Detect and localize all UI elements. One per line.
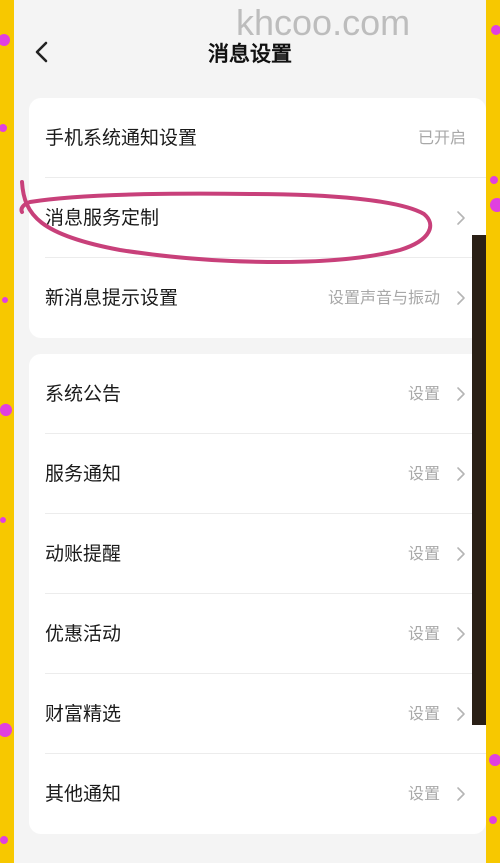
- row-status: 已开启: [417, 128, 466, 147]
- row-system-announcement[interactable]: 系统公告 设置: [29, 354, 486, 434]
- row-value: 设置: [407, 544, 440, 563]
- chevron-right-icon: [457, 627, 465, 641]
- row-system-notification-settings[interactable]: 手机系统通知设置 已开启: [29, 98, 486, 178]
- chevron-right-icon: [457, 547, 465, 561]
- row-new-message-alert-settings[interactable]: 新消息提示设置 设置声音与振动: [29, 258, 486, 338]
- row-label: 服务通知: [45, 463, 122, 485]
- chevron-right-icon: [457, 787, 465, 801]
- row-label: 系统公告: [45, 383, 122, 405]
- row-message-service-customization[interactable]: 消息服务定制: [29, 178, 486, 258]
- row-label: 其他通知: [45, 783, 122, 805]
- row-label: 动账提醒: [45, 543, 122, 565]
- row-label: 优惠活动: [45, 623, 122, 645]
- row-wealth-picks[interactable]: 财富精选 设置: [29, 674, 486, 754]
- row-label: 新消息提示设置: [45, 287, 179, 309]
- row-value: 设置: [407, 624, 440, 643]
- row-promotions[interactable]: 优惠活动 设置: [29, 594, 486, 674]
- row-service-notification[interactable]: 服务通知 设置: [29, 434, 486, 514]
- chevron-right-icon: [457, 387, 465, 401]
- row-value: 设置声音与振动: [327, 288, 440, 307]
- row-value: 设置: [407, 784, 440, 803]
- row-value: 设置: [407, 464, 440, 483]
- chevron-right-icon: [457, 211, 465, 225]
- row-account-activity-alert[interactable]: 动账提醒 设置: [29, 514, 486, 594]
- row-value: 设置: [407, 384, 440, 403]
- row-label: 手机系统通知设置: [45, 127, 198, 149]
- background-object: [472, 235, 486, 725]
- phone-screen: 消息设置 手机系统通知设置 已开启 消息服务定制 新消息提示设置 设置声音与振动…: [14, 0, 486, 863]
- chevron-right-icon: [457, 291, 465, 305]
- settings-group-general: 手机系统通知设置 已开启 消息服务定制 新消息提示设置 设置声音与振动: [29, 98, 486, 338]
- row-label: 财富精选: [45, 703, 122, 725]
- chevron-right-icon: [457, 467, 465, 481]
- settings-group-notification-types: 系统公告 设置 服务通知 设置 动账提醒 设置 优惠活动 设置 财富精选 设置: [29, 354, 486, 834]
- row-label: 消息服务定制: [45, 207, 160, 229]
- watermark: khcoo.com: [236, 2, 411, 43]
- row-value: 设置: [407, 704, 440, 723]
- row-other-notifications[interactable]: 其他通知 设置: [29, 754, 486, 834]
- chevron-right-icon: [457, 707, 465, 721]
